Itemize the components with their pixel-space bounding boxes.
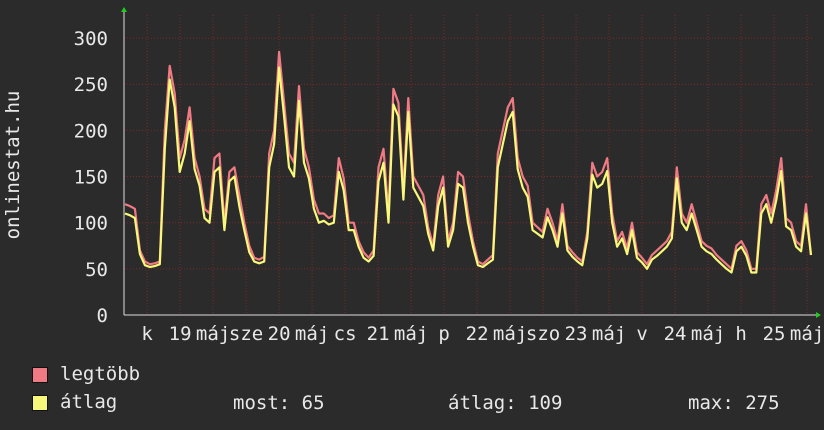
- axes: [121, 7, 821, 318]
- x-tick-label: cs: [334, 323, 357, 345]
- y-tick-label: 300: [74, 28, 108, 50]
- x-tick-label: 25: [763, 323, 786, 345]
- legend-label-max: legtöbb: [60, 363, 141, 385]
- x-tick-label: 22: [466, 323, 489, 345]
- x-tick-label: szo: [526, 323, 560, 345]
- x-tick-label: p: [438, 323, 449, 345]
- stat-average: átlag: 109: [448, 392, 563, 414]
- side-label: onlinestat.hu: [2, 91, 24, 240]
- x-tick-label: máj: [493, 323, 527, 345]
- x-tick-label: 21: [367, 323, 390, 345]
- x-tick-label: 24: [664, 323, 687, 345]
- x-tick-label: v: [636, 323, 647, 345]
- x-tick-label: máj: [691, 323, 725, 345]
- y-tick-label: 250: [74, 74, 108, 96]
- y-tick-label: 200: [74, 120, 108, 142]
- x-tick-label: h: [735, 323, 746, 345]
- legend-swatch-avg: [32, 395, 48, 411]
- y-tick-label: 100: [74, 213, 108, 235]
- x-tick-label: máj: [394, 323, 428, 345]
- x-tick-label: 19: [169, 323, 192, 345]
- y-axis: 0 50 100 150 200 250 300: [74, 28, 108, 327]
- y-tick-label: 150: [74, 167, 108, 189]
- series-atlag-line: [124, 66, 813, 274]
- x-tick-label: máj: [295, 323, 329, 345]
- x-tick-label: máj: [592, 323, 626, 345]
- x-tick-label: sze: [229, 323, 263, 345]
- x-tick-label: k: [141, 323, 153, 345]
- grid: [124, 15, 812, 315]
- x-tick-label: máj: [196, 323, 230, 345]
- x-axis-arrow-icon: [816, 312, 821, 318]
- stat-max: max: 275: [688, 392, 780, 414]
- x-tick-label: máj: [790, 323, 824, 345]
- legend-label-avg: átlag: [60, 391, 118, 413]
- x-tick-label: 23: [565, 323, 588, 345]
- stat-now: most: 65: [233, 392, 325, 414]
- y-tick-label: 0: [97, 305, 108, 327]
- x-axis: k 19 májsze 20 máj cs 21 máj p 22 májszo 23 máj v 24 má…: [141, 323, 824, 345]
- legend-swatch-max: [32, 367, 48, 383]
- y-tick-label: 50: [85, 259, 108, 281]
- y-axis-arrow-icon: [121, 7, 127, 12]
- x-tick-label: 20: [268, 323, 291, 345]
